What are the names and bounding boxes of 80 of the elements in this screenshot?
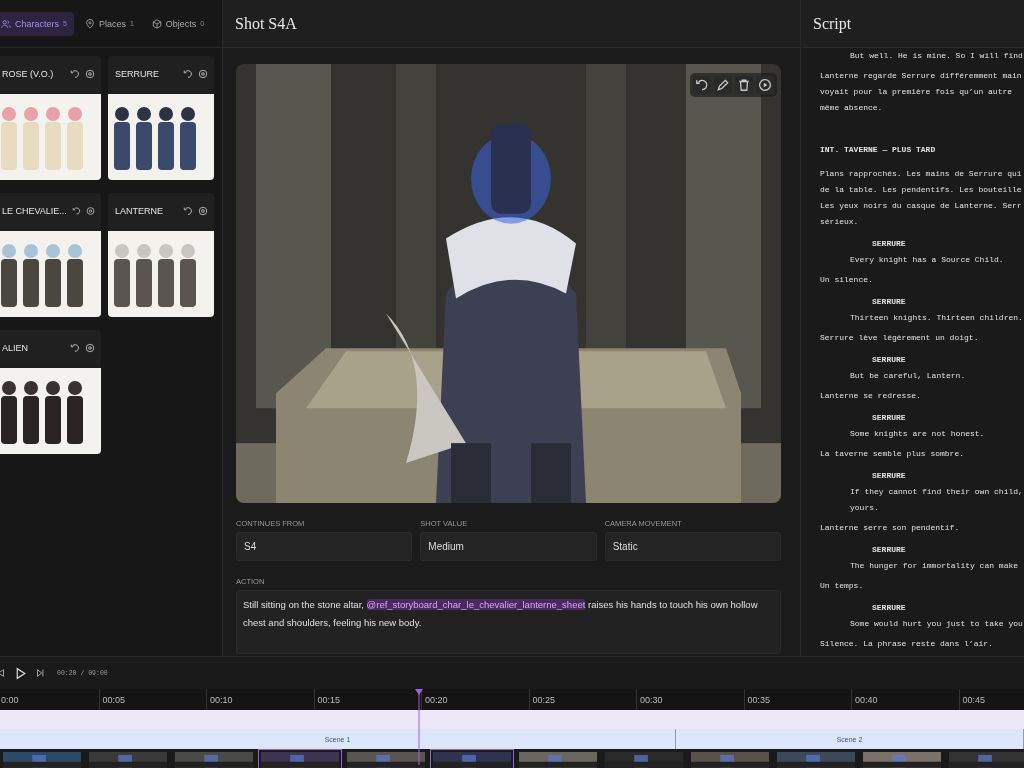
script-action: de la table. Les pendentifs. Les bouteille bbox=[820, 184, 1023, 196]
character-name: ALIEN bbox=[2, 342, 29, 353]
pencil-icon[interactable] bbox=[714, 76, 732, 94]
character-card[interactable]: ALIEN bbox=[0, 330, 101, 454]
script-action: Lanterne se redresse. bbox=[820, 390, 922, 402]
character-card[interactable]: LANTERNE bbox=[108, 193, 214, 317]
play-circle-icon[interactable] bbox=[756, 76, 774, 94]
character-card[interactable]: ROSE (V.O.) bbox=[0, 56, 101, 180]
script-character: SERRURE bbox=[872, 412, 907, 424]
cube-icon bbox=[151, 18, 162, 29]
time-label: 00:15 bbox=[316, 694, 341, 705]
script-action: sérieux. bbox=[820, 216, 860, 228]
script-action: Silence. La phrase reste dans l’air. bbox=[820, 638, 994, 650]
refresh-icon[interactable] bbox=[70, 342, 80, 353]
play-icon[interactable] bbox=[14, 666, 27, 680]
script-action: Lanterne serre son pendentif. bbox=[820, 522, 961, 534]
script-action: Serrure lève légèrement un doigt. bbox=[820, 332, 980, 344]
script-dialogue: Some knights are not honest. bbox=[850, 428, 986, 440]
script-dialogue: But well. He is mine. So I will find bbox=[850, 50, 1024, 62]
action-text: Still sitting on the stone altar, @ref_storyboard_char_le_chevalier_lanterne_sheet raises his hands to touch his own hollow chest and shoulders, feeling his new body. bbox=[243, 598, 759, 630]
time-label: 00:30 bbox=[639, 694, 663, 705]
settings-icon[interactable] bbox=[198, 205, 208, 216]
script-action: Un temps. bbox=[820, 580, 865, 592]
script-character: SERRURE bbox=[872, 238, 907, 250]
input-field[interactable]: Medium bbox=[420, 532, 597, 561]
character-card[interactable]: SERRURE bbox=[108, 56, 214, 180]
input-field[interactable]: S4 bbox=[236, 532, 413, 561]
script-dialogue: Some would hurt you just to take you bbox=[850, 618, 1024, 630]
refresh-icon[interactable] bbox=[183, 68, 193, 79]
people-icon bbox=[1, 18, 11, 29]
time-label: 00:40 bbox=[854, 694, 878, 705]
settings-icon[interactable] bbox=[85, 205, 95, 216]
script-action: Un silence. bbox=[820, 274, 874, 286]
settings-icon[interactable] bbox=[198, 68, 208, 79]
script-character: SERRURE bbox=[872, 296, 907, 308]
script-action: Plans rapprochés. Les mains de Serrure qui bbox=[820, 168, 1023, 180]
timeline-track[interactable] bbox=[0, 710, 1024, 729]
time-label: 00:45 bbox=[961, 694, 986, 705]
time-label: 00:10 bbox=[209, 694, 233, 705]
refresh-icon[interactable] bbox=[693, 76, 711, 94]
action-text-area[interactable]: Still sitting on the stone altar, @ref_storyboard_char_le_chevalier_lanterne_sheet raises his hands to touch his own hollow chest and shoulders, feeling his new body. bbox=[236, 590, 781, 654]
script-action: Lanterne regarde Serrure différemment main bbox=[820, 70, 1023, 82]
script-dialogue: Thirteen knights. Thirteen children. bbox=[850, 312, 1024, 324]
refresh-icon[interactable] bbox=[70, 68, 80, 79]
script-character: SERRURE bbox=[872, 602, 907, 614]
script-character: SERRURE bbox=[872, 544, 907, 556]
script-action: même absence. bbox=[820, 102, 884, 114]
skip-next-icon[interactable] bbox=[35, 668, 45, 678]
panel-title: Script bbox=[813, 14, 852, 33]
time-label: 00:25 bbox=[531, 694, 556, 705]
time-label: 0:00 bbox=[0, 694, 19, 705]
character-card[interactable]: LE CHEVALIE... bbox=[0, 193, 101, 317]
script-action: Les yeux noirs du casque de Lanterne. Serr bbox=[820, 200, 1023, 212]
time-label: 00:05 bbox=[101, 694, 126, 705]
settings-icon[interactable] bbox=[85, 342, 95, 353]
character-name: LANTERNE bbox=[115, 205, 164, 216]
time-label: 00:20 bbox=[424, 694, 448, 705]
script-dialogue: The hunger for immortality can make bbox=[850, 560, 1020, 572]
script-dialogue: Every knight has a Source Child. bbox=[850, 254, 1005, 266]
script-action: La taverne semble plus sombre. bbox=[820, 448, 966, 460]
refresh-icon[interactable] bbox=[71, 205, 81, 216]
script-heading: INT. TAVERNE — PLUS TARD bbox=[820, 144, 937, 156]
settings-icon[interactable] bbox=[85, 68, 95, 79]
script-character: SERRURE bbox=[872, 470, 907, 482]
mention-tag[interactable]: @ref_storyboard_char_le_chevalier_lanterne_sheet bbox=[366, 599, 586, 610]
pin-icon bbox=[84, 18, 95, 29]
shot-title: Shot S4A bbox=[235, 14, 297, 33]
input-field[interactable]: Static bbox=[604, 532, 781, 561]
script-dialogue: But be careful, Lantern. bbox=[850, 370, 967, 382]
trash-icon[interactable] bbox=[735, 76, 753, 94]
character-name: SERRURE bbox=[115, 68, 160, 79]
script-character: SERRURE bbox=[872, 354, 907, 366]
character-name: LE CHEVALIE... bbox=[2, 205, 67, 216]
script-action: voyait pour la première fois qu’un autre bbox=[820, 86, 1014, 98]
playhead[interactable] bbox=[414, 689, 424, 765]
refresh-icon[interactable] bbox=[183, 205, 193, 216]
time-label: 00:35 bbox=[746, 694, 771, 705]
script-dialogue: yours. bbox=[850, 502, 880, 514]
script-dialogue: If they cannot find their own child, bbox=[850, 486, 1024, 498]
character-name: ROSE (V.O.) bbox=[2, 68, 55, 79]
